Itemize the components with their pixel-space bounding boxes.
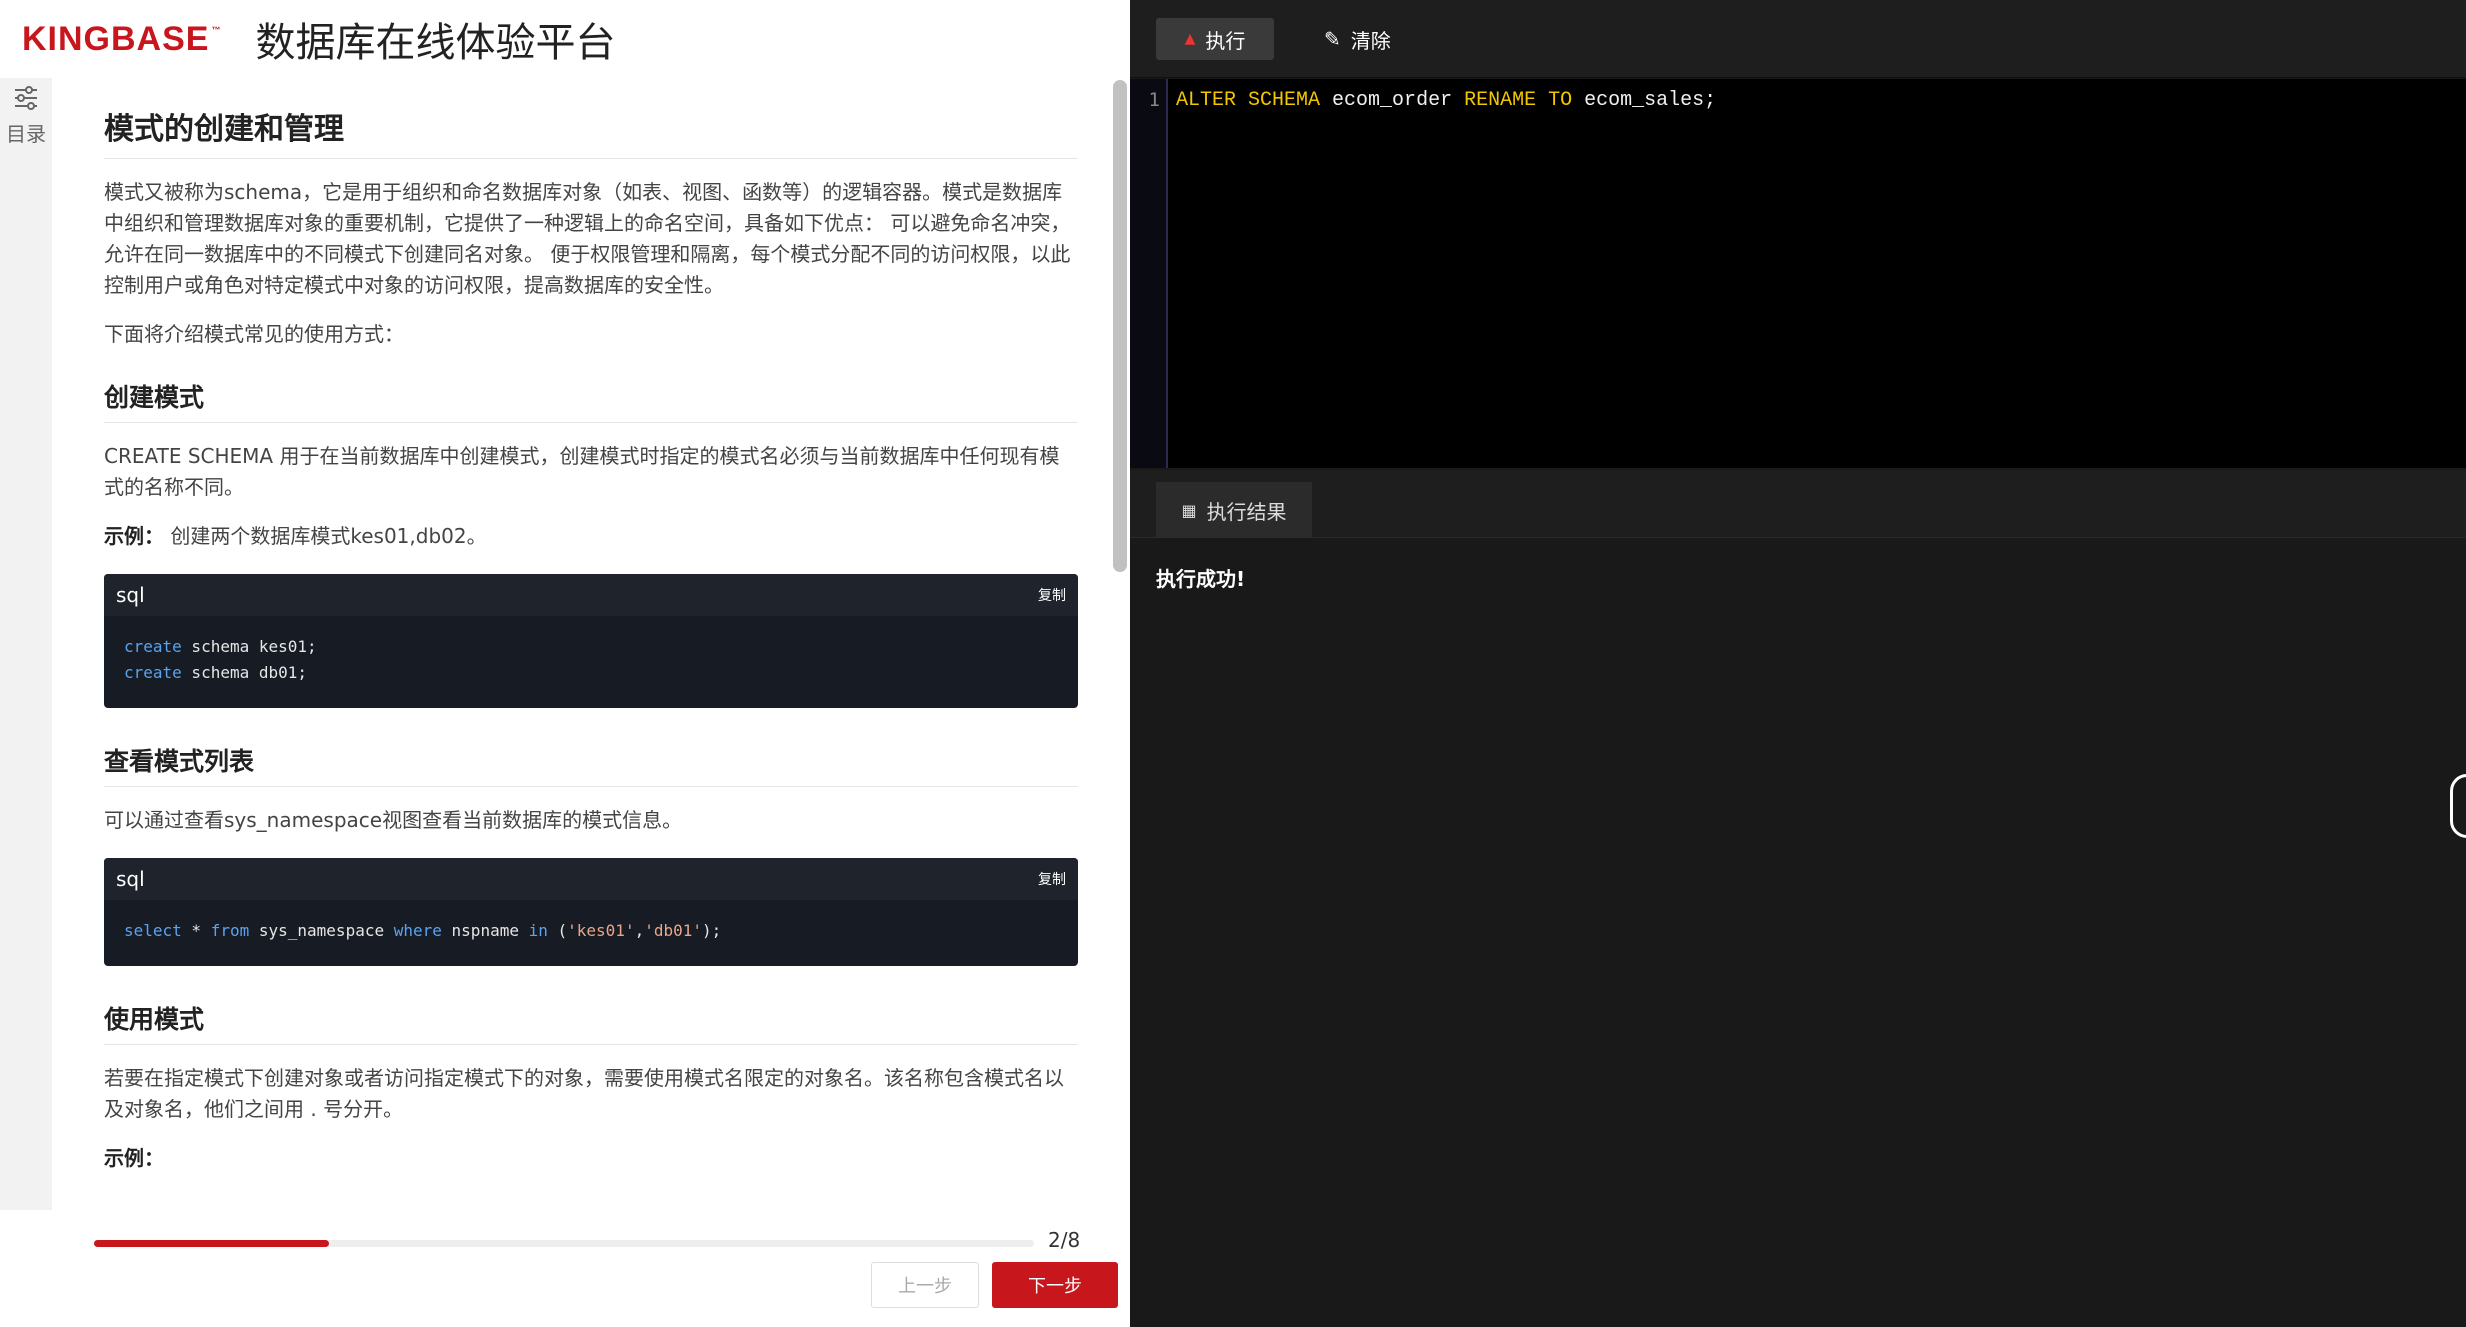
code-token-text: , xyxy=(634,921,645,940)
example-text: 创建两个数据库模式kes01,db02。 xyxy=(170,524,487,548)
next-step-button[interactable]: 下一步 xyxy=(992,1262,1118,1308)
result-message: 执行成功! xyxy=(1156,567,1246,591)
section-heading-list: 查看模式列表 xyxy=(104,742,1078,787)
editor-toolbar: ▲ 执行 ✎ 清除 xyxy=(1130,0,2466,78)
run-button[interactable]: ▲ 执行 xyxy=(1156,18,1274,60)
editor-token-text xyxy=(1536,89,1548,112)
code-body: create schema kes01; create schema db01; xyxy=(104,616,1078,708)
section-text-create: CREATE SCHEMA 用于在当前数据库中创建模式，创建模式时指定的模式名必… xyxy=(104,444,1060,499)
copy-button[interactable]: 复制 xyxy=(1038,869,1066,889)
code-token-text: nspname xyxy=(441,921,529,940)
article-content: 模式的创建和管理 模式又被称为schema，它是用于组织和命名数据库对象（如表、… xyxy=(52,78,1110,1210)
clear-button[interactable]: ✎ 清除 xyxy=(1324,18,1391,60)
floating-handle[interactable] xyxy=(2450,774,2466,838)
tutorial-panel: KINGBASE ™ 数据库在线体验平台 目录 模式的创建和管理 模式又被称为sc… xyxy=(0,0,1130,1327)
result-panel: 执行成功! xyxy=(1130,539,2466,1327)
page-title: 数据库在线体验平台 xyxy=(255,20,616,66)
eraser-icon: ✎ xyxy=(1324,27,1341,51)
result-tab-label: 执行结果 xyxy=(1206,499,1287,524)
logo-text: KINGBASE xyxy=(22,19,210,58)
prev-step-button[interactable]: 上一步 xyxy=(871,1262,979,1308)
code-line: select * from sys_namespace where nspnam… xyxy=(124,918,1058,944)
code-keyword: create xyxy=(124,663,182,682)
scrollbar-thumb[interactable] xyxy=(1113,80,1127,572)
result-tab[interactable]: ▦ 执行结果 xyxy=(1156,482,1312,538)
example-line-use: 示例： xyxy=(104,1143,1078,1174)
code-token-str: 'db01' xyxy=(644,921,703,940)
code-text: schema db01; xyxy=(181,663,308,682)
article-intro: 模式又被称为schema，它是用于组织和命名数据库对象（如表、视图、函数等）的逻… xyxy=(104,180,1071,297)
editor-token-sqlkw: TO xyxy=(1548,89,1573,112)
pager: 2/8 上一步 下一步 xyxy=(0,1210,1130,1327)
example-label: 示例： xyxy=(104,524,164,548)
code-header: sql 复制 xyxy=(104,574,1078,616)
section-text-list: 可以通过查看sys_namespace视图查看当前数据库的模式信息。 xyxy=(104,808,683,832)
sql-workspace: ▲ 执行 ✎ 清除 1 ALTER SCHEMA ecom_order RENA… xyxy=(1130,0,2466,1327)
sql-editor[interactable]: 1 ALTER SCHEMA ecom_order RENAME TO ecom… xyxy=(1130,79,2466,468)
grid-icon: ▦ xyxy=(1181,500,1197,520)
code-token-str: 'kes01' xyxy=(567,921,635,940)
code-token-text: * xyxy=(181,921,211,940)
section-heading-create: 创建模式 xyxy=(104,378,1078,423)
editor-token-text xyxy=(1236,89,1248,112)
code-line: create schema db01; xyxy=(124,660,1058,686)
article-title: 模式的创建和管理 xyxy=(104,104,1078,159)
code-token-kw: from xyxy=(210,921,250,940)
code-line: create schema kes01; xyxy=(124,634,1058,660)
code-body: select * from sys_namespace where nspnam… xyxy=(104,900,1078,966)
code-lang: sql xyxy=(116,583,145,607)
editor-token-text: ecom_sales; xyxy=(1572,89,1717,112)
editor-token-text: ecom_order xyxy=(1320,89,1465,112)
code-lang: sql xyxy=(116,867,145,891)
code-token-kw: select xyxy=(124,921,182,940)
code-keyword: create xyxy=(124,637,182,656)
progress-text: 2/8 xyxy=(1048,1228,1081,1252)
code-block-create: sql 复制 create schema kes01; create schem… xyxy=(104,574,1078,708)
example-line-create: 示例： 创建两个数据库模式kes01,db02。 xyxy=(104,521,1078,552)
example-label: 示例： xyxy=(104,1146,164,1170)
progress-fill xyxy=(94,1240,329,1247)
kingbase-logo: KINGBASE ™ xyxy=(22,20,221,59)
code-token-kw: in xyxy=(528,921,548,940)
code-text: schema kes01; xyxy=(181,637,317,656)
result-tabbar: ▦ 执行结果 xyxy=(1130,470,2466,538)
logo-tm: ™ xyxy=(211,25,222,35)
section-text-use: 若要在指定模式下创建对象或者访问指定模式下的对象，需要使用模式名限定的对象名。该… xyxy=(104,1066,1064,1121)
run-label: 执行 xyxy=(1205,28,1246,53)
code-token-text: ( xyxy=(547,921,568,940)
article-intro2: 下面将介绍模式常见的使用方式： xyxy=(104,322,404,346)
code-token-text: sys_namespace xyxy=(249,921,394,940)
copy-button[interactable]: 复制 xyxy=(1038,585,1066,605)
editor-code-line[interactable]: ALTER SCHEMA ecom_order RENAME TO ecom_s… xyxy=(1176,89,1716,112)
line-gutter: 1 xyxy=(1130,79,1168,468)
section-heading-use: 使用模式 xyxy=(104,1000,1078,1045)
toc-label[interactable]: 目录 xyxy=(6,118,46,147)
code-token-text: ); xyxy=(702,921,722,940)
line-number: 1 xyxy=(1148,89,1160,111)
toc-sidebar[interactable]: 目录 xyxy=(0,78,52,1210)
code-header: sql 复制 xyxy=(104,858,1078,900)
clear-label: 清除 xyxy=(1350,28,1391,53)
editor-token-sqlkw: RENAME xyxy=(1464,89,1537,112)
code-token-kw: where xyxy=(393,921,442,940)
app-header: KINGBASE ™ 数据库在线体验平台 xyxy=(0,0,1130,78)
sliders-icon[interactable] xyxy=(12,84,40,112)
editor-token-sqlkw: ALTER xyxy=(1176,89,1237,112)
run-icon: ▲ xyxy=(1184,31,1196,47)
progress-bar xyxy=(94,1240,1034,1247)
code-block-list: sql 复制 select * from sys_namespace where… xyxy=(104,858,1078,966)
editor-token-sqlkw: SCHEMA xyxy=(1248,89,1321,112)
